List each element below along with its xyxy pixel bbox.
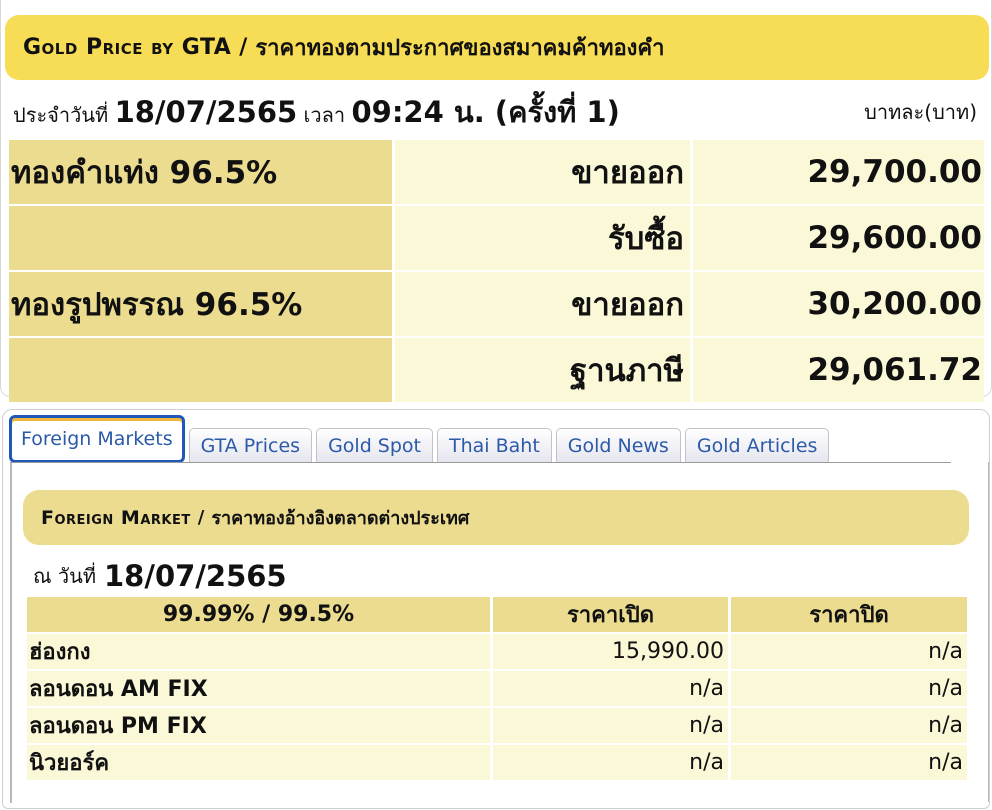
close-price: n/a	[731, 708, 967, 743]
open-price: n/a	[493, 671, 731, 706]
tab-thai-baht[interactable]: Thai Baht	[436, 428, 552, 463]
gold-type: ทองรูปพรรณ 96.5%	[9, 272, 395, 336]
column-header-open: ราคาเปิด	[493, 597, 731, 632]
close-price: n/a	[731, 634, 967, 669]
price-value: 29,700.00	[693, 140, 984, 204]
announcement-date: 18/07/2565	[114, 95, 298, 129]
foreign-market-table: 99.99% / 99.5% ราคาเปิด ราคาปิด ฮ่องกง 1…	[27, 597, 969, 782]
tab-gold-articles[interactable]: Gold Articles	[684, 428, 830, 463]
market-name: ลอนดอน AM FIX	[27, 671, 493, 706]
panel-divider	[988, 462, 989, 802]
foreign-market-date: 18/07/2565	[104, 559, 287, 593]
foreign-market-title-thai: ราคาทองอ้างอิงตลาดต่างประเทศ	[211, 508, 470, 529]
date-label: ประจำวันที่	[13, 103, 109, 127]
open-price: n/a	[493, 745, 731, 780]
tab-gold-news[interactable]: Gold News	[555, 428, 681, 463]
gold-type: ทองคำแท่ง 96.5%	[9, 140, 395, 204]
close-price: n/a	[731, 745, 967, 780]
market-name: ฮ่องกง	[27, 634, 493, 669]
price-type: ฐานภาษี	[395, 338, 693, 402]
close-price: n/a	[731, 671, 967, 706]
price-row: ทองคำแท่ง 96.5% ขายออก 29,700.00	[9, 140, 987, 204]
title-separator: /	[239, 35, 248, 60]
announcement-datetime: ประจำวันที่ 18/07/2565 เวลา 09:24 น. (คร…	[13, 89, 620, 135]
price-value: 30,200.00	[693, 272, 984, 336]
tab-gold-spot[interactable]: Gold Spot	[316, 428, 433, 463]
market-name: นิวยอร์ค	[27, 745, 493, 780]
price-type: ขายออก	[395, 140, 693, 204]
price-value: 29,600.00	[693, 206, 984, 270]
price-type: รับซื้อ	[395, 206, 693, 270]
tab-gta-prices[interactable]: GTA Prices	[188, 428, 313, 463]
title-english: Gold Price by GTA	[23, 35, 232, 60]
time-label: เวลา	[303, 103, 346, 127]
gta-price-table: ทองคำแท่ง 96.5% ขายออก 29,700.00 รับซื้อ…	[9, 140, 987, 404]
foreign-market-title-english: Foreign Market	[41, 506, 191, 529]
tab-foreign-markets[interactable]: Foreign Markets	[9, 415, 185, 463]
price-row: รับซื้อ 29,600.00	[9, 206, 987, 270]
gta-price-card: Gold Price by GTA / ราคาทองตามประกาศของส…	[0, 0, 992, 402]
price-value: 29,061.72	[693, 338, 984, 402]
price-row: ฐานภาษี 29,061.72	[9, 338, 987, 402]
price-type: ขายออก	[395, 272, 693, 336]
price-row: ทองรูปพรรณ 96.5% ขายออก 30,200.00	[9, 272, 987, 336]
market-name: ลอนดอน PM FIX	[27, 708, 493, 743]
page-title-banner: Gold Price by GTA / ราคาทองตามประกาศของส…	[5, 15, 989, 80]
open-price: 15,990.00	[493, 634, 731, 669]
table-header-row: 99.99% / 99.5% ราคาเปิด ราคาปิด	[27, 597, 969, 632]
gold-type	[9, 338, 395, 402]
table-row: ลอนดอน AM FIX n/a n/a	[27, 671, 969, 706]
gold-type	[9, 206, 395, 270]
announcement-time: 09:24 น. (ครั้งที่ 1)	[351, 95, 620, 129]
tab-bar: Foreign Markets GTA Prices Gold Spot Tha…	[9, 415, 833, 463]
market-tabs-card: Foreign Markets GTA Prices Gold Spot Tha…	[2, 409, 990, 809]
column-header-close: ราคาปิด	[731, 597, 967, 632]
table-row: ฮ่องกง 15,990.00 n/a	[27, 634, 969, 669]
announcement-line: ประจำวันที่ 18/07/2565 เวลา 09:24 น. (คร…	[13, 92, 979, 132]
price-unit: บาทละ(บาท)	[864, 100, 977, 124]
title-thai: ราคาทองตามประกาศของสมาคมค้าทองคำ	[255, 36, 665, 61]
table-row: นิวยอร์ค n/a n/a	[27, 745, 969, 780]
as-of-label: ณ วันที่	[33, 564, 96, 588]
foreign-market-title-separator: /	[197, 507, 205, 528]
foreign-market-banner: Foreign Market / ราคาทองอ้างอิงตลาดต่างป…	[23, 490, 969, 545]
column-header-purity: 99.99% / 99.5%	[27, 597, 493, 632]
table-row: ลอนดอน PM FIX n/a n/a	[27, 708, 969, 743]
foreign-market-date-line: ณ วันที่ 18/07/2565	[33, 556, 287, 596]
open-price: n/a	[493, 708, 731, 743]
